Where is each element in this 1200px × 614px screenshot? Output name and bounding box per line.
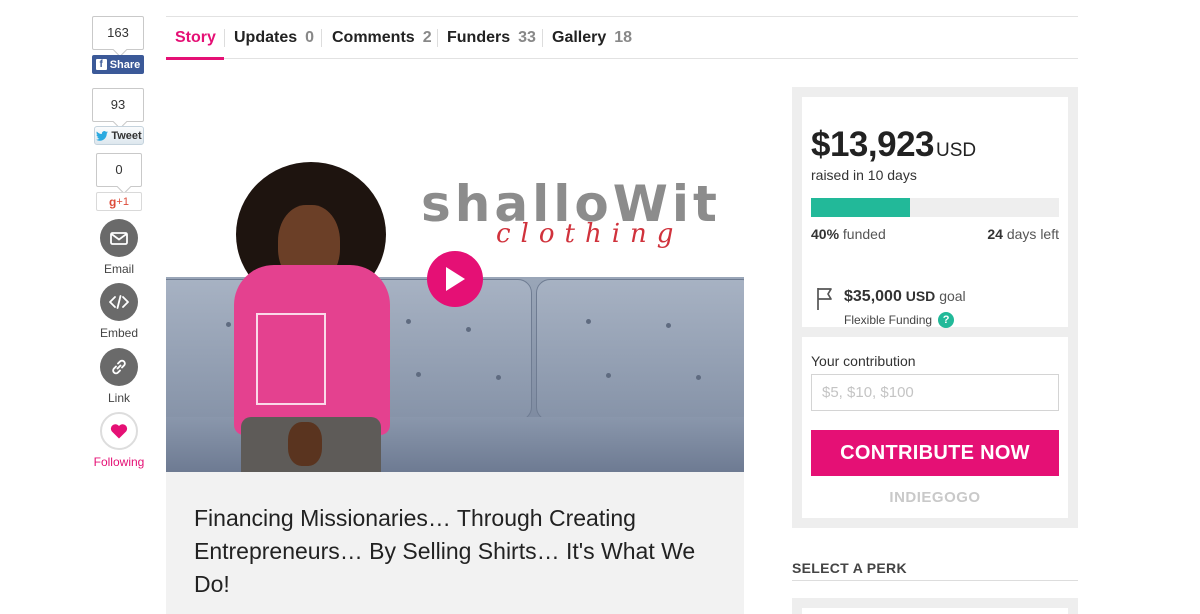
raised-duration: raised in 10 days	[811, 167, 917, 183]
campaign-video[interactable]: shalloWit clothing	[166, 87, 744, 472]
contribute-now-button[interactable]: CONTRIBUTE NOW	[811, 430, 1059, 476]
tab-divider	[321, 29, 322, 47]
facebook-share-count: 163	[92, 16, 144, 50]
tab-funders-count: 33	[518, 28, 536, 46]
shirt-print	[256, 313, 326, 405]
play-video-button[interactable]	[427, 251, 483, 307]
tab-funders-label: Funders	[447, 28, 511, 46]
campaign-title: Financing Missionaries… Through Creating…	[194, 505, 696, 597]
couch-tuft	[416, 372, 421, 377]
code-icon	[109, 295, 129, 309]
google-plus-label: +1	[116, 195, 129, 208]
person-pink-shirt	[234, 265, 390, 435]
couch-tuft	[406, 319, 411, 324]
tab-gallery-label: Gallery	[552, 28, 607, 46]
help-icon[interactable]: ?	[938, 312, 955, 328]
email-share-button[interactable]	[100, 219, 138, 257]
facebook-icon: f	[95, 59, 107, 70]
contribution-label: Your contribution	[811, 353, 916, 369]
goal-currency: USD	[905, 288, 936, 304]
tab-comments-label: Comments	[332, 28, 415, 46]
tab-updates-count: 0	[305, 28, 315, 46]
campaign-title-panel: Financing Missionaries… Through Creating…	[166, 472, 744, 614]
tab-updates-label: Updates	[234, 28, 298, 46]
brand-logo-script: clothing	[496, 219, 684, 249]
twitter-tweet-label: Tweet	[111, 129, 142, 142]
google-plus-button[interactable]: g +1	[96, 192, 142, 211]
campaign-tabs: Story Updates 0 Comments 2 Funders 33 Ga…	[166, 16, 1078, 60]
couch-tuft	[666, 323, 671, 328]
following-label: Following	[93, 455, 145, 469]
couch-tuft	[696, 375, 701, 380]
facebook-share-label: Share	[109, 58, 141, 71]
days-left-word: days left	[1006, 226, 1059, 242]
google-plus-icon: g	[109, 194, 117, 209]
play-icon	[446, 267, 465, 291]
couch-cushion	[536, 279, 744, 421]
tab-funders[interactable]: Funders 33	[438, 17, 545, 58]
goal-word: goal	[939, 288, 966, 304]
percent-funded-word: funded	[842, 226, 886, 242]
twitter-tweet-button[interactable]: Tweet	[94, 126, 144, 145]
funding-progress-fill	[811, 198, 911, 217]
tab-comments-count: 2	[422, 28, 432, 46]
couch-tuft	[586, 319, 591, 324]
funding-sidebar: $13,923 USD raised in 10 days 40% funded …	[792, 87, 1078, 528]
tab-comments[interactable]: Comments 2	[323, 17, 441, 58]
contribution-amount-input[interactable]	[811, 374, 1059, 411]
funding-status-card: $13,923 USD raised in 10 days 40% funded …	[802, 97, 1068, 328]
contribution-card: Your contribution CONTRIBUTE NOW INDIEGO…	[802, 337, 1068, 518]
couch-tuft	[226, 322, 231, 327]
twitter-tweet-count: 93	[92, 88, 144, 122]
funding-goal: $35,000 USD goal	[844, 288, 966, 306]
heart-icon	[110, 424, 128, 439]
amount-raised-value: $13,923	[811, 125, 935, 164]
link-icon	[112, 359, 126, 375]
indiegogo-logo: INDIEGOGO	[889, 489, 981, 506]
link-button[interactable]	[100, 348, 138, 386]
funding-type: Flexible Funding ?	[844, 312, 955, 328]
tab-updates[interactable]: Updates 0	[225, 17, 323, 58]
tab-gallery-count: 18	[614, 28, 633, 46]
link-label: Link	[107, 391, 130, 405]
embed-label: Embed	[99, 326, 139, 340]
funding-type-label: Flexible Funding	[844, 313, 933, 327]
google-plus-count: 0	[96, 153, 142, 187]
person-hands	[288, 422, 322, 466]
twitter-bird-icon	[96, 130, 109, 141]
amount-currency: USD	[936, 140, 977, 161]
funding-progress-bar	[811, 198, 1059, 217]
amount-raised: $13,923 USD	[811, 125, 976, 165]
goal-flag-icon	[817, 288, 832, 310]
follow-button[interactable]	[100, 412, 138, 450]
select-perk-heading: SELECT A PERK	[792, 560, 1078, 581]
tab-story-label: Story	[175, 28, 216, 46]
days-left: 24 days left	[987, 226, 1059, 242]
tab-gallery[interactable]: Gallery 18	[543, 17, 641, 58]
perk-list	[792, 598, 1078, 614]
percent-funded-value: 40%	[811, 226, 840, 242]
goal-amount: $35,000	[844, 288, 902, 305]
percent-funded: 40% funded	[811, 226, 886, 242]
couch-tuft	[496, 375, 501, 380]
embed-button[interactable]	[100, 283, 138, 321]
email-label: Email	[103, 262, 134, 276]
perk-card[interactable]	[802, 608, 1068, 614]
tab-story[interactable]: Story	[166, 17, 224, 60]
facebook-share-button[interactable]: f Share	[92, 55, 144, 74]
envelope-icon	[110, 231, 128, 245]
days-left-value: 24	[987, 226, 1003, 242]
couch-tuft	[466, 327, 471, 332]
couch-tuft	[606, 373, 611, 378]
